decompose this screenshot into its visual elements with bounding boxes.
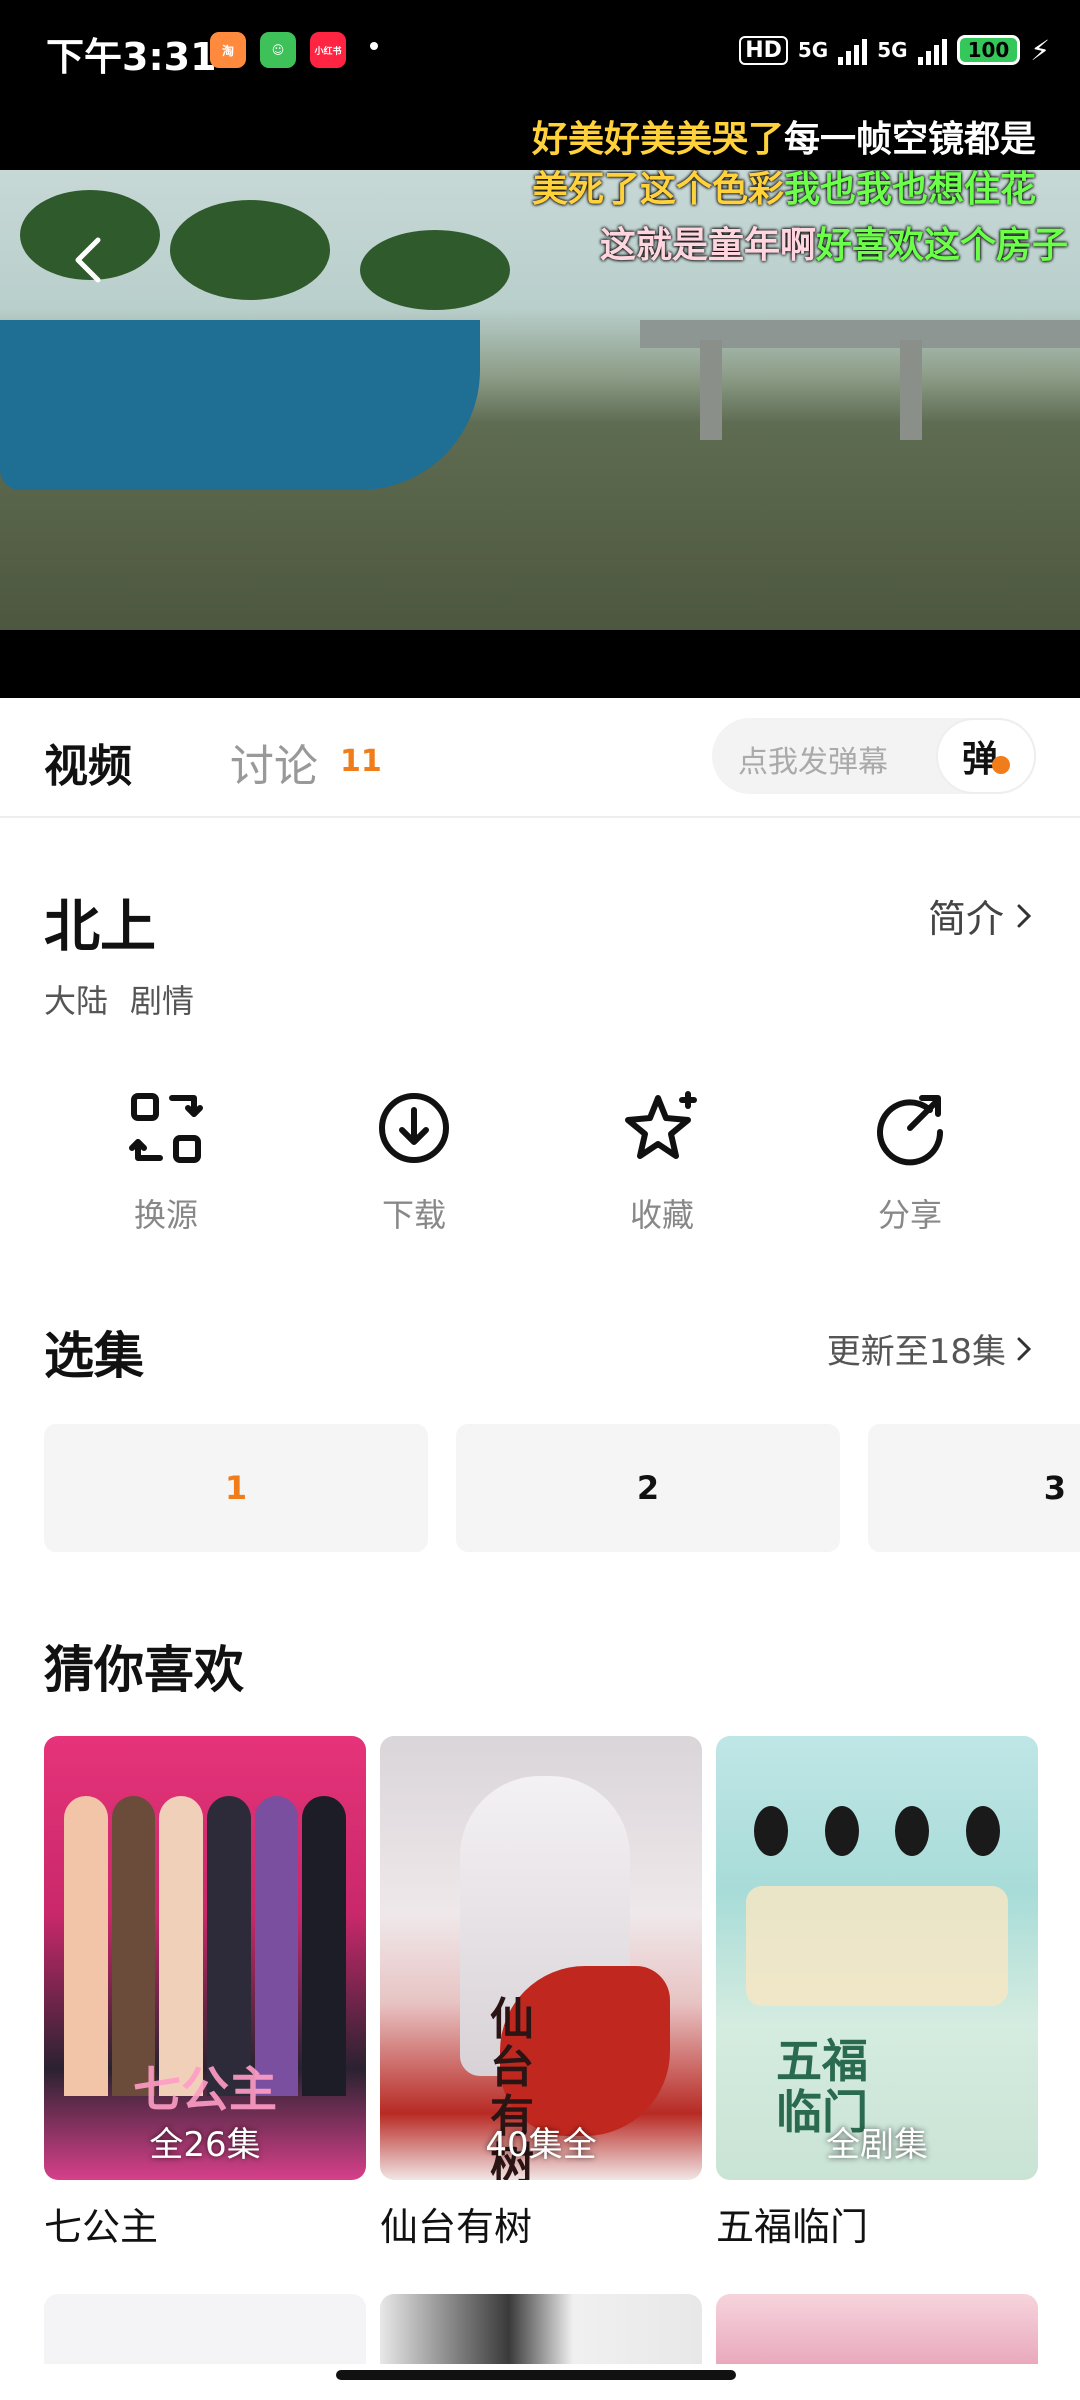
status-bar: 下午3:31 淘 ☺ 小红书 HD 5G 5G 100 ⚡ [0,0,1080,110]
signal-icon-1 [838,35,868,65]
episode-number: 3 [1043,1469,1066,1507]
danmaku-text: 好美好美美哭了 [532,119,785,160]
download-icon [379,1093,449,1163]
check-badge-icon [992,756,1010,774]
chevron-left-icon [75,237,101,283]
episodes-section-title: 选集 [44,1327,144,1385]
detail-tabs: 视频 讨论 11 点我发弹幕 弹 [0,698,1080,818]
danmu-toggle-label: 弹 [961,739,998,780]
chevron-right-icon [1017,904,1032,927]
episode-button-3[interactable]: 3 [868,1424,1080,1552]
download-button[interactable]: 下载 [314,1090,514,1236]
danmaku-item: 美死了这个色彩我也我也想住花 [532,160,1036,212]
intro-label: 简介 [927,897,1004,941]
download-label: 下载 [381,1196,446,1234]
status-indicators: HD 5G 5G 100 ⚡ [739,30,1050,70]
swap-source-icon [129,1093,203,1163]
share-label: 分享 [877,1196,942,1234]
bridge-pillar-graphic [700,340,722,440]
battery-icon: 100 [956,35,1021,65]
swap-source-label: 换源 [133,1196,198,1234]
wechat-mini-app-icon: ☺ [260,32,296,68]
recommend-section-title: 猜你喜欢 [44,1641,244,1699]
recommend-title-1[interactable]: 七公主 [44,2196,158,2251]
episode-count-badge: 全26集 [149,2125,261,2165]
poster-qigongzhu[interactable]: 七公主 全26集 [44,1736,366,2180]
danmaku-text: 每一帧空镜都是 [784,119,1037,160]
poster-costumes [746,1886,1008,2006]
episode-button-2[interactable]: 2 [456,1424,840,1552]
tab-video[interactable]: 视频 [44,730,132,794]
favorite-label: 收藏 [629,1196,694,1234]
episode-count-badge: 全剧集 [826,2125,928,2165]
poster-figures [736,1806,1018,1866]
notification-dot [370,42,378,50]
back-button[interactable] [60,230,120,290]
favorite-button[interactable]: 收藏 [562,1090,762,1236]
bridge-pillar-graphic [900,340,922,440]
recommend-title-2[interactable]: 仙台有树 [380,2196,532,2251]
episode-number: 1 [224,1469,248,1507]
poster-title-art: 七公主 [132,2062,277,2118]
star-icon [625,1091,697,1159]
poster-next-row-3[interactable] [716,2294,1038,2364]
intro-link[interactable]: 简介 [928,888,1034,943]
danmaku-text: 美死了这个色彩 [532,169,785,210]
tag-genre: 剧情 [130,982,195,1020]
danmaku-item: 这就是童年啊好喜欢这个房子 [600,216,1068,268]
share-icon [877,1095,944,1166]
danmaku-text: 好喜欢这个房子 [816,225,1069,266]
danmu-input-placeholder[interactable]: 点我发弹幕 [738,737,888,781]
episodes-update-label: 更新至18集 [826,1332,1006,1372]
tree-graphic [360,230,510,310]
taobao-app-icon: 淘 [210,32,246,68]
poster-next-row-1[interactable] [44,2294,366,2364]
danmaku-text: 这就是童年啊 [600,225,817,266]
episode-count-badge: 40集全 [485,2125,597,2165]
show-title: 北上 [44,895,156,960]
signal-icon-2 [917,35,947,65]
poster-xiantaiyoushu[interactable]: 仙台有树 40集全 [380,1736,702,2180]
share-button[interactable]: 分享 [810,1090,1010,1236]
status-time: 下午3:31 [46,35,217,79]
network-5g-label-2: 5G [877,38,908,62]
show-tags: 大陆 剧情 [44,976,216,1022]
xiaohongshu-app-icon: 小红书 [310,32,346,68]
recommend-title-3[interactable]: 五福临门 [716,2196,868,2251]
network-5g-label-1: 5G [797,38,829,62]
danmu-input-box[interactable]: 点我发弹幕 弹 [712,718,1036,794]
episode-number: 2 [636,1469,660,1507]
charging-icon: ⚡ [1030,33,1050,67]
tab-discuss[interactable]: 讨论 [230,730,318,794]
danmaku-item: 好美好美美哭了每一帧空镜都是 [532,110,1036,162]
home-indicator[interactable] [336,2370,736,2380]
video-player[interactable]: 好美好美美哭了每一帧空镜都是 美死了这个色彩我也我也想住花 这就是童年啊好喜欢这… [0,110,1080,698]
tag-region: 大陆 [44,982,109,1020]
swap-source-button[interactable]: 换源 [66,1090,266,1236]
danmu-toggle-button[interactable]: 弹 [936,718,1036,794]
poster-next-row-2[interactable] [380,2294,702,2364]
episodes-update-link[interactable]: 更新至18集 [827,1324,1034,1373]
discuss-count-badge: 11 [340,744,382,779]
boat-graphic [0,320,480,490]
tree-graphic [170,200,330,300]
episode-button-1[interactable]: 1 [44,1424,428,1552]
poster-wufulinmen[interactable]: 五福临门 全剧集 [716,1736,1038,2180]
danmaku-text: 我也我也想住花 [784,169,1037,210]
hd-voice-icon: HD [739,35,788,65]
chevron-right-icon [1017,1337,1032,1360]
